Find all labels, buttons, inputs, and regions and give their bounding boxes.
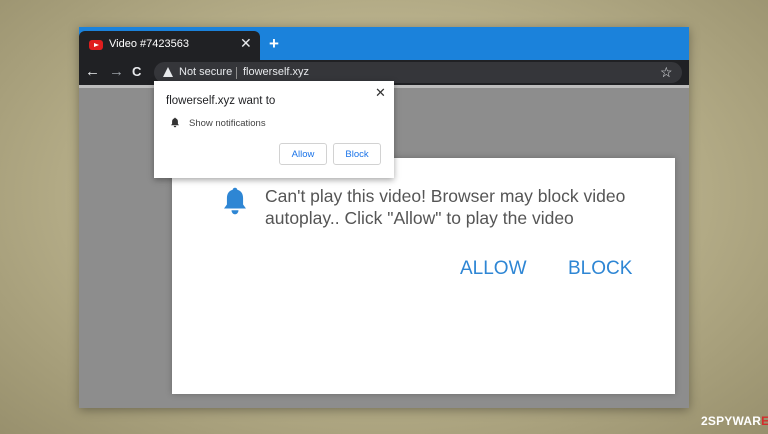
- tab-title: Video #7423563: [109, 38, 189, 50]
- watermark-prefix: 2: [701, 414, 708, 428]
- watermark-suffix: E: [761, 414, 768, 428]
- tab-strip: Video #7423563 ✕ +: [79, 27, 689, 60]
- address-bar[interactable]: Not secure flowerself.xyz ☆: [154, 62, 682, 83]
- security-indicator[interactable]: Not secure: [179, 66, 232, 78]
- fake-video-modal: Can't play this video! Browser may block…: [172, 158, 675, 394]
- forward-icon[interactable]: →: [109, 63, 124, 81]
- url-text[interactable]: flowerself.xyz: [243, 66, 309, 78]
- modal-block-button[interactable]: BLOCK: [568, 258, 632, 280]
- bell-icon: [224, 187, 246, 215]
- bookmark-star-icon[interactable]: ☆: [660, 63, 673, 81]
- popup-permission-text: Show notifications: [189, 118, 266, 129]
- tab-video[interactable]: Video #7423563 ✕: [79, 31, 260, 60]
- modal-message: Can't play this video! Browser may block…: [265, 186, 626, 228]
- reload-icon[interactable]: C: [132, 63, 141, 81]
- back-icon[interactable]: ←: [85, 63, 100, 81]
- warning-icon[interactable]: [163, 67, 173, 77]
- url-separator: [236, 67, 237, 79]
- notification-permission-popup: flowerself.xyz want to ✕ Show notificati…: [154, 81, 394, 178]
- tab-close-icon[interactable]: ✕: [240, 36, 252, 50]
- popup-close-icon[interactable]: ✕: [375, 86, 386, 99]
- youtube-icon: [89, 40, 103, 50]
- browser-window: Video #7423563 ✕ + ← → C Not secure flow…: [79, 27, 689, 408]
- new-tab-button[interactable]: +: [269, 35, 279, 52]
- watermark-middle: SPYWAR: [707, 414, 762, 428]
- site-watermark: 2SPYWARE: [701, 414, 768, 428]
- small-bell-icon: [171, 117, 179, 128]
- popup-block-button[interactable]: Block: [333, 143, 381, 165]
- modal-allow-button[interactable]: ALLOW: [460, 258, 527, 280]
- popup-allow-button[interactable]: Allow: [279, 143, 327, 165]
- popup-title: flowerself.xyz want to: [166, 95, 276, 107]
